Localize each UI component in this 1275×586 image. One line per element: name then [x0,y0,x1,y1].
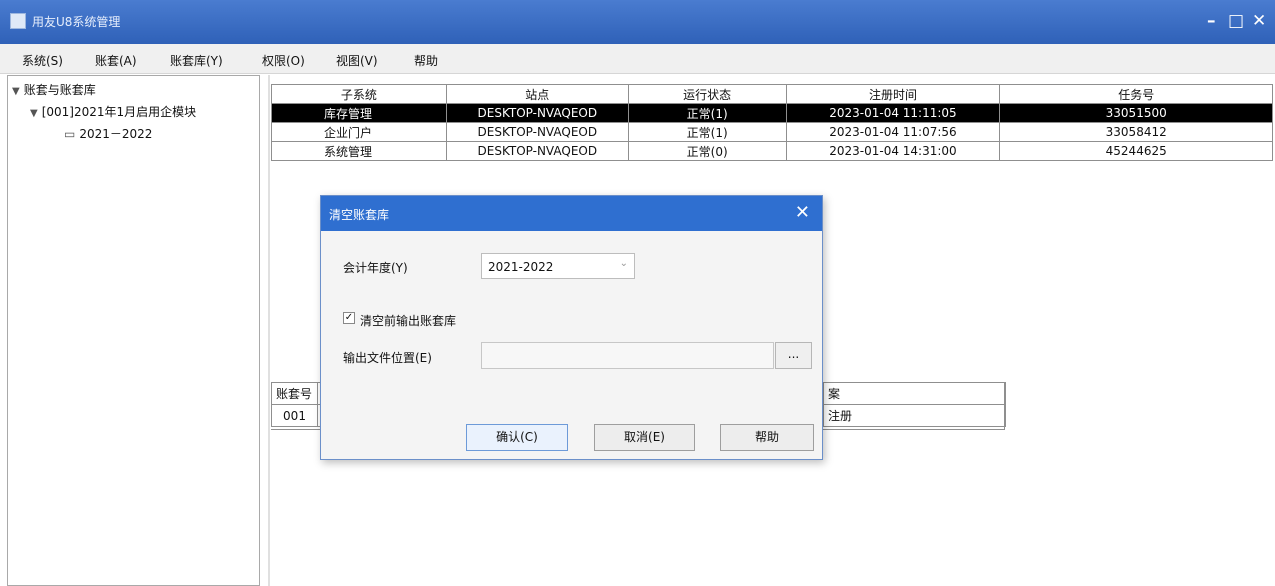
cell-status: 正常(0) [627,141,787,161]
close-button[interactable]: ✕ [1252,11,1266,31]
cell-station: DESKTOP-NVAQEOD [445,122,629,142]
tree-node-year-label: 2021－2022 [79,127,153,141]
cell-task-no: 33058412 [999,122,1273,142]
menu-help[interactable]: 帮助 [414,52,438,69]
maximize-button[interactable]: □ [1228,11,1244,31]
account-tree: ▼ 账套与账套库 ▼ [001]2021年1月启用企模块 ▭ 2021－2022 [7,75,260,586]
cell-subsystem: 库存管理 [271,103,447,123]
help-button[interactable]: 帮助 [720,424,814,451]
minimize-button[interactable]: – [1207,11,1216,31]
year-label: 会计年度(Y) [343,261,408,275]
cell-status: 正常(1) [627,122,787,142]
table-row[interactable]: 企业门户 DESKTOP-NVAQEOD 正常(1) 2023-01-04 11… [271,122,1273,142]
cancel-button[interactable]: 取消(E) [594,424,695,451]
menu-bar: 系统(S) 账套(A) 账套库(Y) 权限(O) 视图(V) 帮助 [0,44,1275,74]
cell-subsystem: 企业门户 [271,122,447,142]
year-select[interactable]: 2021-2022 ⌄ [481,253,635,279]
cell-task-no: 33051500 [999,103,1273,123]
subsystem-table: 子系统 站点 运行状态 注册时间 任务号 库存管理 DESKTOP-NVAQEO… [271,84,1273,161]
cell-task-no: 45244625 [999,141,1273,161]
output-path-input[interactable] [481,342,774,369]
column-header-account-no[interactable]: 账套号 [271,382,318,405]
window-title: 用友U8系统管理 [32,15,121,29]
cell-station: DESKTOP-NVAQEOD [445,103,629,123]
tree-node-root-label: 账套与账套库 [23,83,96,97]
tree-node-account-label: [001]2021年1月启用企模块 [41,105,197,119]
menu-view[interactable]: 视图(V) [336,52,378,69]
year-select-value: 2021-2022 [488,260,554,274]
column-header-subsystem[interactable]: 子系统 [271,84,447,104]
table-row[interactable]: 系统管理 DESKTOP-NVAQEOD 正常(0) 2023-01-04 14… [271,141,1273,161]
cell-scheme: 注册 [823,404,1006,427]
app-icon [10,13,26,29]
export-before-clear-label[interactable]: 清空前输出账套库 [360,312,456,329]
column-header-register-time[interactable]: 注册时间 [785,84,1001,104]
calendar-icon: ▭ [64,127,76,141]
dialog-titlebar: 清空账套库 ✕ [321,196,822,231]
output-path-label: 输出文件位置(E) [343,351,432,365]
cell-status: 正常(1) [627,103,787,123]
cell-register-time: 2023-01-04 11:07:56 [785,122,1001,142]
dialog-title: 清空账套库 [329,208,390,222]
browse-button[interactable]: ... [775,342,812,369]
table-header-row: 子系统 站点 运行状态 注册时间 任务号 [271,84,1273,104]
cell-station: DESKTOP-NVAQEOD [445,141,629,161]
tree-node-year[interactable]: ▭ 2021－2022 [64,125,152,142]
export-before-clear-checkbox[interactable]: ✓ [343,312,355,324]
dialog-close-icon[interactable]: ✕ [795,202,810,223]
cell-register-time: 2023-01-04 11:11:05 [785,103,1001,123]
menu-account[interactable]: 账套(A) [95,52,137,69]
cell-register-time: 2023-01-04 14:31:00 [785,141,1001,161]
menu-system[interactable]: 系统(S) [22,52,63,69]
column-header-status[interactable]: 运行状态 [627,84,787,104]
tree-node-account[interactable]: ▼ [001]2021年1月启用企模块 [30,103,196,120]
window-titlebar: 用友U8系统管理 – □ ✕ [0,0,1275,44]
expand-arrow-icon[interactable]: ▼ [12,86,20,97]
tree-node-root[interactable]: ▼ 账套与账套库 [12,81,96,98]
cell-subsystem: 系统管理 [271,141,447,161]
cell-account-no: 001 [271,404,318,427]
check-icon: ✓ [344,312,354,323]
menu-account-library[interactable]: 账套库(Y) [170,52,223,69]
column-header-task-no[interactable]: 任务号 [999,84,1273,104]
column-header-station[interactable]: 站点 [445,84,629,104]
table-row[interactable]: 库存管理 DESKTOP-NVAQEOD 正常(1) 2023-01-04 11… [271,103,1273,123]
column-header-scheme[interactable]: 案 [823,382,1006,405]
panel-splitter[interactable] [268,75,270,586]
menu-permission[interactable]: 权限(O) [262,52,305,69]
confirm-button[interactable]: 确认(C) [466,424,568,451]
expand-arrow-icon[interactable]: ▼ [30,108,38,119]
chevron-down-icon: ⌄ [619,258,628,269]
